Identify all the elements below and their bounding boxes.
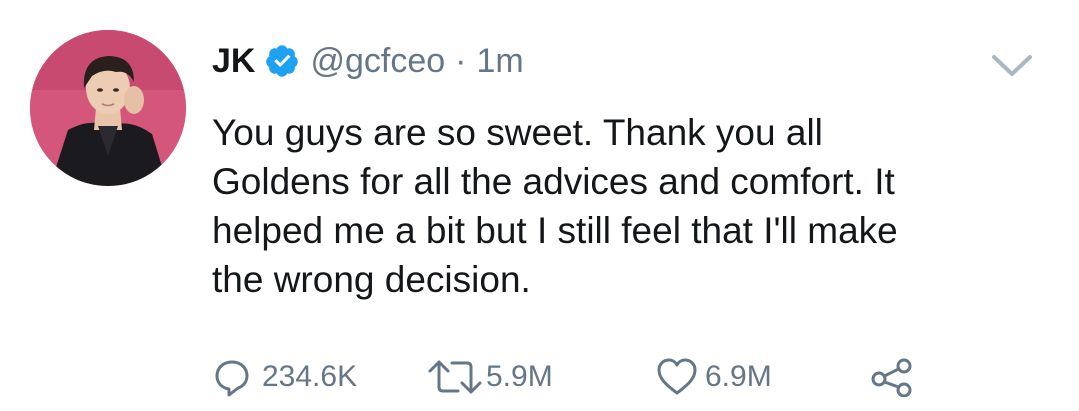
tweet-timestamp[interactable]: 1m: [477, 42, 524, 81]
user-handle[interactable]: @gcfceo: [310, 42, 445, 81]
tweet-text: You guys are so sweet. Thank you all Gol…: [212, 108, 1052, 304]
tweet-header: JK @gcfceo · 1m: [212, 36, 524, 86]
retweet-icon: [428, 360, 482, 394]
reply-count: 234.6K: [262, 360, 358, 393]
tweet-text-line: the wrong decision.: [212, 259, 531, 300]
heart-icon: [657, 358, 697, 395]
tweet-text-line: helped me a bit but I still feel that I'…: [212, 210, 898, 251]
retweet-button[interactable]: 5.9M: [426, 355, 553, 399]
like-button[interactable]: 6.9M: [655, 355, 772, 399]
verified-badge-icon: [264, 43, 300, 79]
tweet-text-line: You guys are so sweet. Thank you all: [212, 112, 823, 153]
avatar[interactable]: [30, 30, 186, 186]
reply-button[interactable]: 234.6K: [212, 355, 357, 399]
display-name[interactable]: JK: [212, 42, 255, 81]
tweet-card[interactable]: JK @gcfceo · 1m You guys are so sweet. T…: [0, 0, 1079, 411]
reply-bubble-icon: [215, 360, 249, 397]
like-count: 6.9M: [705, 360, 772, 393]
separator-dot: ·: [455, 41, 467, 80]
retweet-count: 5.9M: [486, 360, 553, 393]
share-button[interactable]: [870, 355, 914, 399]
chevron-down-icon[interactable]: [990, 52, 1034, 80]
avatar-photo: [30, 30, 186, 186]
share-icon: [871, 358, 912, 397]
tweet-text-line: Goldens for all the advices and comfort.…: [212, 161, 895, 202]
